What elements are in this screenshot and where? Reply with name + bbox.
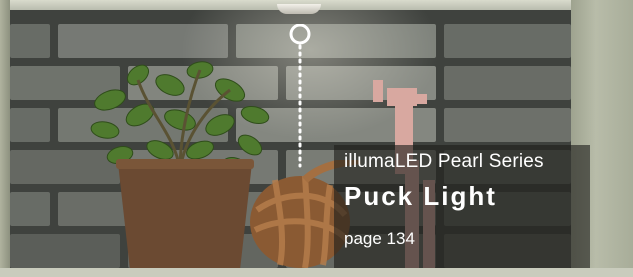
product-name: Puck Light <box>344 181 497 211</box>
hotspot-leader <box>289 24 311 168</box>
page-reference[interactable]: page 134 <box>344 229 415 249</box>
product-series: illumaLED Pearl Series <box>344 151 544 172</box>
product-callout[interactable]: illumaLED Pearl Series Puck Light page 1… <box>334 145 590 268</box>
puck-light-icon <box>277 4 321 14</box>
ring-marker-icon[interactable] <box>289 24 311 45</box>
cabinet-left-frame <box>0 0 10 277</box>
shelf-edge <box>0 268 633 277</box>
product-scene: illumaLED Pearl Series Puck Light page 1… <box>0 0 633 277</box>
